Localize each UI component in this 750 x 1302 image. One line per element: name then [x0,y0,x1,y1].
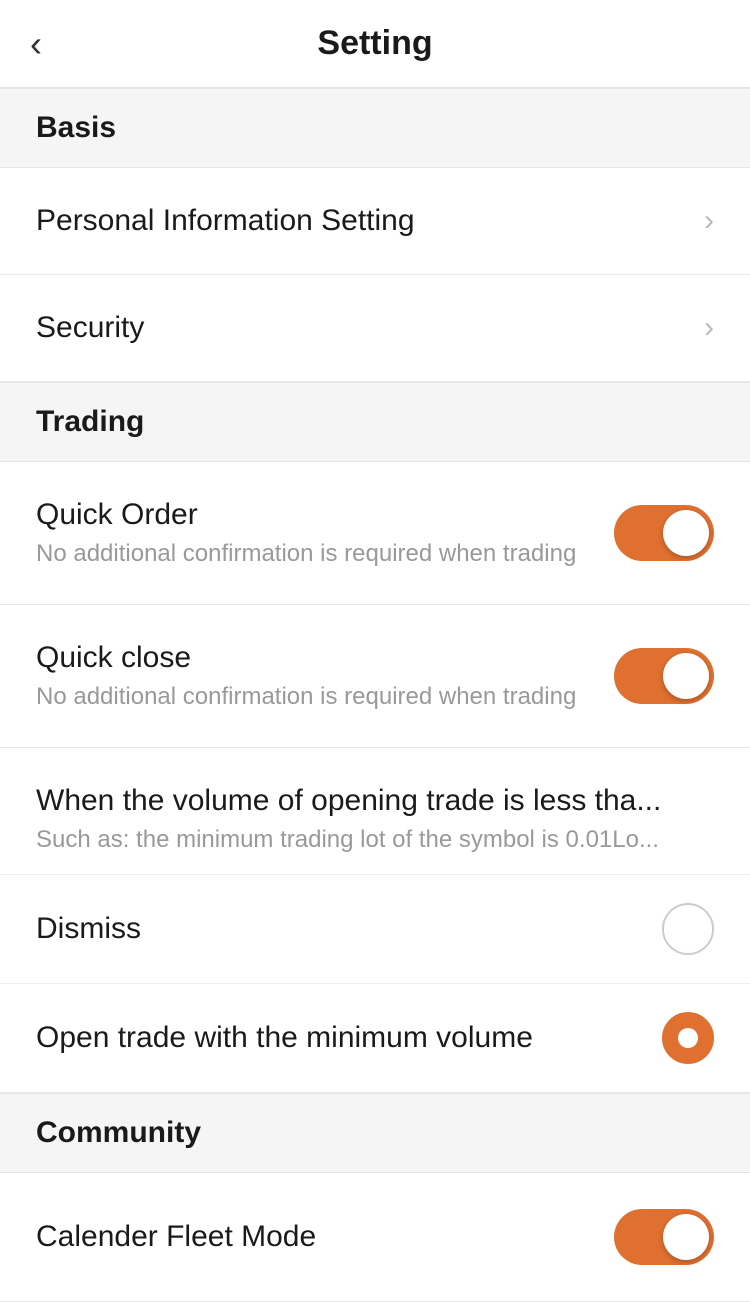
open-min-volume-radio[interactable] [662,1012,714,1064]
dismiss-label: Dismiss [36,912,141,946]
calendar-fleet-row[interactable]: Calender Fleet Mode [0,1173,750,1302]
section-community-label: Community [36,1116,201,1149]
security-content: Security [36,311,704,345]
section-trading: Trading [0,382,750,462]
calendar-fleet-title: Calender Fleet Mode [36,1220,594,1254]
quick-close-subtitle: No additional confirmation is required w… [36,683,594,711]
quick-order-toggle-thumb [663,510,709,556]
quick-close-toggle-track[interactable] [614,648,714,704]
quick-close-row[interactable]: Quick close No additional confirmation i… [0,605,750,748]
section-basis-label: Basis [36,111,116,144]
open-min-volume-option[interactable]: Open trade with the minimum volume [0,983,750,1092]
quick-order-title: Quick Order [36,498,594,532]
calendar-fleet-toggle-thumb [663,1214,709,1260]
quick-close-content: Quick close No additional confirmation i… [36,641,614,711]
section-community: Community [0,1093,750,1173]
security-title: Security [36,311,684,345]
quick-close-toggle[interactable] [614,648,714,704]
quick-close-title: Quick close [36,641,594,675]
calendar-fleet-content: Calender Fleet Mode [36,1220,614,1254]
dismiss-radio[interactable] [662,903,714,955]
quick-order-content: Quick Order No additional confirmation i… [36,498,614,568]
page-title: Setting [317,24,432,63]
dismiss-option[interactable]: Dismiss [0,874,750,983]
personal-info-title: Personal Information Setting [36,204,684,238]
volume-section: When the volume of opening trade is less… [0,748,750,1093]
personal-info-content: Personal Information Setting [36,204,704,238]
calendar-fleet-toggle-track[interactable] [614,1209,714,1265]
quick-order-subtitle: No additional confirmation is required w… [36,540,594,568]
quick-close-toggle-thumb [663,653,709,699]
volume-section-subtitle: Such as: the minimum trading lot of the … [0,826,750,874]
open-min-volume-label: Open trade with the minimum volume [36,1021,533,1055]
section-basis: Basis [0,88,750,168]
calendar-fleet-toggle[interactable] [614,1209,714,1265]
security-row[interactable]: Security › [0,275,750,382]
quick-order-toggle[interactable] [614,505,714,561]
personal-info-row[interactable]: Personal Information Setting › [0,168,750,275]
section-trading-label: Trading [36,405,144,438]
volume-section-title: When the volume of opening trade is less… [0,748,750,826]
header: ‹ Setting [0,0,750,88]
security-chevron: › [704,311,714,345]
quick-order-toggle-track[interactable] [614,505,714,561]
personal-info-chevron: › [704,204,714,238]
quick-order-row[interactable]: Quick Order No additional confirmation i… [0,462,750,605]
back-button[interactable]: ‹ [30,26,42,62]
